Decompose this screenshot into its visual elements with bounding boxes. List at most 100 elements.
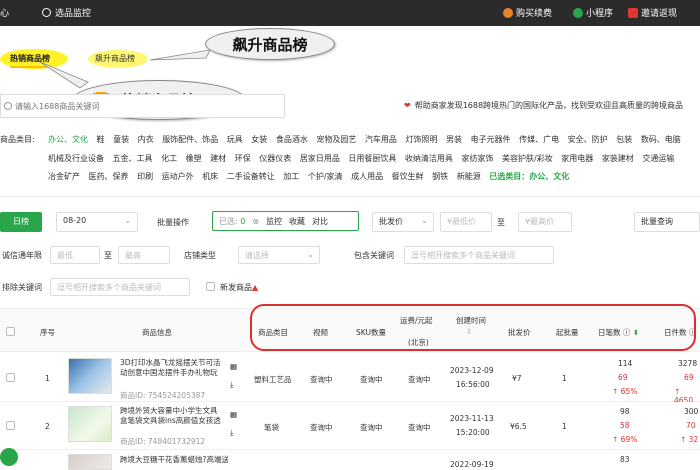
clear-icon[interactable]: ⊗: [252, 217, 259, 226]
qr-code-icon[interactable]: ▦: [230, 362, 237, 371]
category-item[interactable]: 电子元器件: [471, 135, 511, 144]
category-item[interactable]: 玩具: [227, 135, 243, 144]
download-icon[interactable]: ⤓: [230, 380, 233, 390]
integrity-max-input[interactable]: 最高: [118, 246, 170, 264]
row-checkbox[interactable]: [6, 421, 15, 430]
category-item[interactable]: 新能源: [457, 172, 481, 181]
category-item[interactable]: 家装建材: [602, 154, 634, 163]
category-item[interactable]: 家用电器: [561, 154, 593, 163]
category-item[interactable]: 机械及行业设备: [48, 154, 104, 163]
shop-type-select[interactable]: 请选择 ⌄: [238, 246, 320, 264]
product-title[interactable]: 跨境外贸大容量中小学生文具盒笔袋文具袋ins高颜值女孩透明笔袋: [120, 406, 224, 426]
category-item[interactable]: 家纺家饰: [461, 154, 493, 163]
category-item[interactable]: 成人用品: [351, 172, 383, 181]
integrity-min-input[interactable]: 最低: [50, 246, 100, 264]
category-item[interactable]: 建材: [210, 154, 226, 163]
gift-icon: [628, 7, 638, 18]
category-item[interactable]: 办公、文化: [48, 135, 88, 144]
category-item[interactable]: 个护/家清: [308, 172, 343, 181]
search-box: [0, 94, 285, 118]
row-pieces-prev: 70: [686, 421, 696, 430]
category-item[interactable]: 冶金矿产: [48, 172, 80, 181]
category-item[interactable]: 机床: [202, 172, 218, 181]
favorite-button[interactable]: 收藏: [289, 216, 305, 227]
include-keyword-input[interactable]: 逗号相开搜索多个商品关键词: [404, 246, 554, 264]
row-orders-change: ↑ 69%: [612, 435, 638, 444]
category-row-1: 办公、文化 鞋 童装 内衣 服饰配件、饰品 玩具 女装 食品酒水 宠物及园艺 汽…: [48, 134, 687, 145]
category-item[interactable]: 男装: [446, 135, 462, 144]
product-thumbnail[interactable]: [68, 454, 112, 470]
date-select[interactable]: 08-20 ⌄: [56, 212, 138, 232]
category-item[interactable]: 加工: [283, 172, 299, 181]
category-item[interactable]: 印刷: [137, 172, 153, 181]
category-item[interactable]: 汽车用品: [365, 135, 397, 144]
invite-cashback-button[interactable]: 邀请返现: [628, 6, 677, 19]
batch-operation-label: 批量操作: [157, 218, 189, 227]
row-daily-pieces: 3278: [678, 359, 698, 368]
monitor-button[interactable]: 监控: [266, 216, 282, 227]
buy-renew-button[interactable]: 购买续费: [503, 6, 552, 19]
category-item[interactable]: 女装: [251, 135, 267, 144]
compare-button[interactable]: 对比: [312, 216, 328, 227]
product-title[interactable]: 跨境大豆糖干花香薰蜡烛?高端送礼手: [120, 454, 228, 465]
category-item[interactable]: 餐饮生鲜: [392, 172, 424, 181]
col-product-info: 商品信息: [142, 328, 172, 337]
category-item[interactable]: 宠物及园艺: [316, 135, 356, 144]
row-checkbox[interactable]: [6, 373, 15, 382]
category-item[interactable]: 包装: [616, 135, 632, 144]
category-item[interactable]: 仪器仪表: [259, 154, 291, 163]
search-input[interactable]: [15, 99, 275, 114]
row-created-date: 2022-09-19: [450, 460, 494, 469]
daily-ranking-button[interactable]: 日榜: [0, 212, 42, 232]
category-item[interactable]: 五金、工具: [113, 154, 153, 163]
category-item[interactable]: 传媒、广电: [519, 135, 559, 144]
category-item[interactable]: 童装: [113, 135, 129, 144]
min-price-input[interactable]: ¥最低价: [440, 212, 492, 232]
category-item[interactable]: 服饰配件、饰品: [162, 135, 218, 144]
download-icon[interactable]: ⤓: [230, 428, 233, 438]
new-goods-checkbox[interactable]: [206, 282, 215, 291]
category-item[interactable]: 交通运输: [642, 154, 674, 163]
category-item[interactable]: 安全、防护: [568, 135, 608, 144]
row-created-time: 16:56:00: [456, 380, 490, 389]
batch-operation-box: 已选: 0 ⊗ 监控 收藏 对比: [212, 211, 359, 231]
category-item[interactable]: 收纳清洁用具: [405, 154, 453, 163]
category-item[interactable]: 医药、保养: [89, 172, 129, 181]
max-price-input[interactable]: ¥最高价: [518, 212, 572, 232]
category-item[interactable]: 灯饰照明: [405, 135, 437, 144]
category-item[interactable]: 数码、电脑: [641, 135, 681, 144]
category-item[interactable]: 化工: [161, 154, 177, 163]
category-item[interactable]: 环保: [235, 154, 251, 163]
select-all-checkbox[interactable]: [6, 327, 15, 336]
category-item[interactable]: 居家日用品: [300, 154, 340, 163]
row-index: 1: [45, 374, 50, 383]
table-row: 跨境大豆糖干花香薰蜡烛?高端送礼手 2022-09-19 83: [0, 450, 700, 470]
category-item[interactable]: 美容护肤/彩妆: [502, 154, 553, 163]
category-item[interactable]: 橡塑: [186, 154, 202, 163]
mini-program-button[interactable]: 小程序: [573, 6, 613, 19]
nav-item-product-monitor[interactable]: 选品监控: [42, 6, 91, 19]
exclude-keyword-input[interactable]: 逗号相开搜索多个商品关键词: [50, 278, 190, 296]
category-item[interactable]: 食品酒水: [276, 135, 308, 144]
batch-query-button[interactable]: 批量查询: [634, 212, 700, 232]
monitor-icon: [42, 8, 51, 17]
category-item[interactable]: 日用餐厨饮具: [348, 154, 396, 163]
row-video: 查询中: [310, 423, 333, 432]
category-item[interactable]: 运动户外: [162, 172, 194, 181]
rising-callout-text: 飙升商品榜: [232, 35, 308, 54]
category-item[interactable]: 钢铁: [432, 172, 448, 181]
intro-notice: ❤ 帮助商家发现1688跨境热门的国际化产品，找到受欢迎且高质量的跨境商品: [404, 100, 683, 111]
product-title[interactable]: 3D打印水晶飞龙摇摆关节可活动创意中国龙摆件手办礼物玩具网课爆款: [120, 358, 224, 378]
callout-pointer-2: [40, 62, 89, 89]
product-id: 商品ID: 748401732912: [120, 437, 206, 446]
product-thumbnail[interactable]: [68, 358, 112, 394]
floating-action-button[interactable]: [0, 448, 18, 466]
selected-category-label: 已选类目：办公、文化: [489, 172, 570, 181]
tab-rising-ranking[interactable]: 飙升商品榜: [95, 53, 135, 64]
price-type-select[interactable]: 批发价 ⌄: [372, 212, 434, 232]
category-item[interactable]: 二手设备转让: [227, 172, 275, 181]
category-item[interactable]: 鞋: [97, 135, 105, 144]
product-thumbnail[interactable]: [68, 406, 112, 442]
qr-code-icon[interactable]: ▦: [230, 410, 237, 419]
category-item[interactable]: 内衣: [138, 135, 154, 144]
